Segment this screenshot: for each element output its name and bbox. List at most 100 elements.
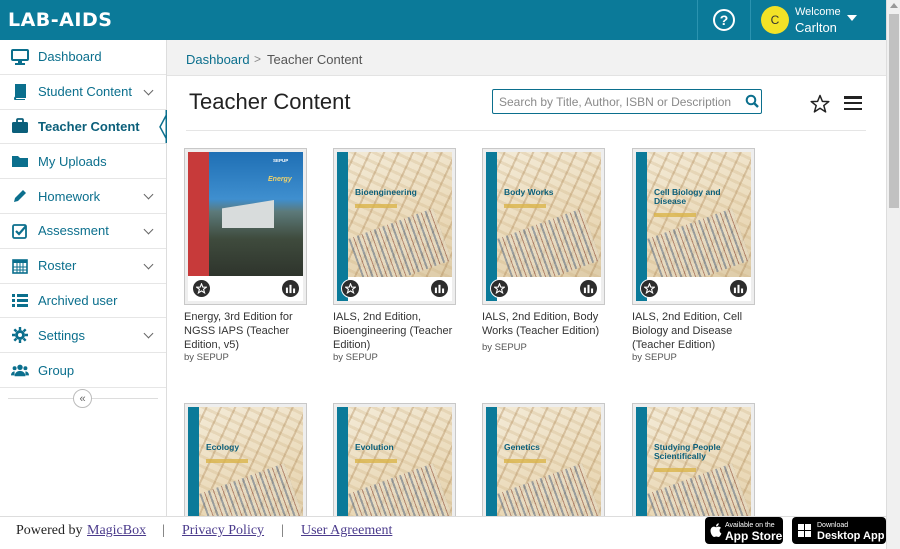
sidebar-item-label: Archived user (38, 292, 118, 308)
book-cover[interactable]: Body Works (482, 148, 605, 305)
favorite-button[interactable] (490, 279, 509, 298)
help-icon: ? (713, 9, 735, 31)
users-icon (11, 362, 29, 378)
page-scrollbar[interactable] (886, 0, 900, 549)
book-author: by SEPUP (482, 342, 527, 353)
user-agreement-link[interactable]: User Agreement (301, 523, 392, 539)
book-title[interactable]: IALS, 2nd Edition, Cell Biology and Dise… (632, 310, 760, 352)
cover-title: Evolution (355, 442, 394, 452)
search-input[interactable] (493, 90, 737, 113)
search-icon[interactable] (745, 94, 759, 108)
breadcrumb-dashboard-link[interactable]: Dashboard (186, 52, 250, 67)
sidebar-item-label: Group (38, 362, 75, 378)
app-store-button[interactable]: Available on the App Store (705, 517, 783, 544)
chevron-down-icon (143, 85, 154, 96)
book-card[interactable]: Ecology (184, 403, 307, 516)
book-cover[interactable]: Ecology (184, 403, 307, 516)
pencil-icon (11, 188, 29, 204)
favorite-button[interactable] (640, 279, 659, 298)
stats-button[interactable] (430, 279, 449, 298)
breadcrumb-current: Teacher Content (267, 52, 363, 67)
bar-chart-icon (733, 284, 744, 294)
book-cover[interactable]: Bioengineering (333, 148, 456, 305)
sidebar-item-label: Roster (38, 258, 77, 274)
sidebar-item-teacher-content[interactable]: Teacher Content (0, 109, 167, 145)
divider (186, 130, 866, 131)
sidebar-item-label: Dashboard (38, 49, 102, 65)
sidebar-item-my-uploads[interactable]: My Uploads (0, 144, 166, 180)
scroll-thumb[interactable] (889, 14, 899, 208)
sidebar-item-roster[interactable]: Roster (0, 249, 166, 284)
avatar[interactable]: C (761, 6, 789, 34)
book-cover[interactable]: Cell Biology and Disease (632, 148, 755, 305)
breadcrumb: Dashboard > Teacher Content (167, 40, 886, 76)
chevron-down-icon (143, 224, 154, 235)
briefcase-icon (11, 118, 29, 134)
sidebar-item-label: My Uploads (38, 153, 107, 169)
stats-button[interactable] (579, 279, 598, 298)
lab-aids-logo[interactable]: LAB-AIDS (8, 9, 112, 31)
book-cover[interactable]: Studying People Scientifically (632, 403, 755, 516)
stats-button[interactable] (729, 279, 748, 298)
powered-by-label: Powered by (16, 523, 83, 538)
cover-title: Cell Biology and Disease (654, 187, 721, 206)
book-card[interactable]: Evolution (333, 403, 456, 516)
sidebar-item-student-content[interactable]: Student Content (0, 75, 166, 110)
sidebar: Dashboard Student Content Teacher Conten… (0, 40, 167, 516)
help-button[interactable]: ? (697, 0, 751, 40)
menu-icon[interactable] (844, 96, 862, 111)
scroll-up-icon[interactable] (890, 3, 898, 8)
book-cover[interactable]: Evolution (333, 403, 456, 516)
footer-separator: | (162, 523, 165, 538)
desktop-app-button[interactable]: Download Desktop App (792, 517, 886, 544)
book-title[interactable]: IALS, 2nd Edition, Bioengineering (Teach… (333, 310, 461, 352)
star-icon (196, 283, 207, 294)
page-title: Teacher Content (189, 89, 351, 114)
checkbox-icon (11, 223, 29, 239)
cover-title: Energy (268, 176, 292, 183)
sidebar-item-label: Homework (38, 188, 101, 204)
favorites-star-icon[interactable] (810, 94, 830, 114)
book-cover[interactable]: SEPUP Energy (184, 148, 307, 305)
sidebar-collapse-row: « (0, 386, 167, 412)
favorite-button[interactable] (192, 279, 211, 298)
book-card[interactable]: Genetics (482, 403, 605, 516)
cover-title: Ecology (206, 442, 240, 452)
search-box (492, 89, 762, 114)
book-card[interactable]: Studying People Scientifically (632, 403, 755, 516)
footer-separator: | (281, 523, 284, 538)
windows-icon (798, 524, 811, 537)
cover-title: Studying People Scientifically (654, 442, 721, 461)
sidebar-item-assessment[interactable]: Assessment (0, 214, 166, 249)
privacy-policy-link[interactable]: Privacy Policy (182, 523, 264, 539)
collapse-sidebar-button[interactable]: « (73, 389, 92, 408)
sidebar-item-archived-user[interactable]: Archived user (0, 284, 166, 319)
favorite-button[interactable] (341, 279, 360, 298)
sidebar-item-settings[interactable]: Settings (0, 318, 166, 354)
gear-icon (11, 327, 29, 344)
book-author: by SEPUP (632, 352, 677, 363)
sidebar-item-label: Settings (38, 327, 85, 343)
book-title[interactable]: Energy, 3rd Edition for NGSS IAPS (Teach… (184, 310, 312, 352)
top-bar: LAB-AIDS ? C Welcome Carlton (0, 0, 886, 40)
book-title[interactable]: IALS, 2nd Edition, Body Works (Teacher E… (482, 310, 610, 338)
stats-button[interactable] (281, 279, 300, 298)
book-cover[interactable]: Genetics (482, 403, 605, 516)
chevron-down-icon (143, 189, 154, 200)
bar-chart-icon (434, 284, 445, 294)
chevron-down-icon (143, 328, 154, 339)
calendar-icon (11, 258, 29, 274)
user-name[interactable]: Carlton (795, 20, 837, 35)
desktop-app-small-text: Download (817, 522, 849, 529)
bar-chart-icon (285, 284, 296, 294)
sidebar-item-group[interactable]: Group (0, 353, 166, 388)
list-icon (11, 292, 29, 308)
cover-title: Body Works (504, 187, 554, 197)
sidebar-item-dashboard[interactable]: Dashboard (0, 40, 166, 75)
apple-icon (710, 523, 722, 537)
magicbox-link[interactable]: MagicBox (87, 523, 146, 539)
user-menu-caret-icon[interactable] (847, 15, 857, 21)
star-icon (345, 283, 356, 294)
app-store-small-text: Available on the (725, 522, 775, 529)
sidebar-item-homework[interactable]: Homework (0, 179, 166, 214)
